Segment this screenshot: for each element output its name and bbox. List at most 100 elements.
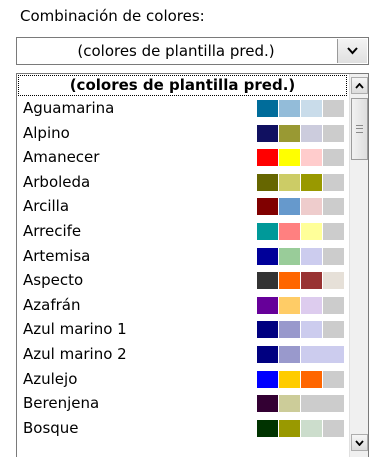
color-swatch bbox=[323, 370, 344, 388]
color-swatch bbox=[257, 395, 278, 413]
color-swatch bbox=[257, 198, 278, 216]
chevron-down-icon bbox=[347, 47, 358, 55]
color-swatch bbox=[279, 346, 300, 363]
chevron-up-icon bbox=[355, 82, 364, 89]
color-swatches bbox=[257, 370, 345, 388]
color-swatches bbox=[257, 395, 345, 413]
list-item-label: Azul marino 1 bbox=[23, 320, 127, 339]
color-swatches bbox=[257, 272, 345, 290]
color-swatch bbox=[301, 223, 322, 240]
list-item-label: Aguamarina bbox=[23, 99, 115, 117]
color-swatches bbox=[257, 419, 345, 437]
color-swatch bbox=[323, 321, 344, 339]
color-swatch bbox=[301, 198, 322, 216]
list-item[interactable]: Aspecto bbox=[17, 269, 348, 292]
list-item[interactable]: Aguamarina bbox=[17, 97, 348, 120]
color-swatches bbox=[257, 100, 345, 117]
list-item-label: Amanecer bbox=[23, 148, 100, 167]
color-swatches bbox=[257, 124, 345, 142]
color-swatch bbox=[279, 321, 300, 339]
dropdown-toggle-button[interactable] bbox=[337, 39, 367, 63]
color-swatch bbox=[301, 321, 322, 339]
color-swatch bbox=[301, 419, 322, 437]
scroll-down-button[interactable] bbox=[351, 434, 368, 451]
list-item-label: Berenjena bbox=[23, 394, 100, 413]
scroll-thumb[interactable] bbox=[351, 98, 368, 160]
color-swatch bbox=[279, 296, 300, 314]
vertical-scrollbar[interactable] bbox=[349, 74, 368, 457]
list-item[interactable]: Arrecife bbox=[17, 220, 348, 243]
color-swatch bbox=[257, 100, 278, 117]
list-item-label: (colores de plantilla pred.) bbox=[69, 76, 296, 94]
list-item[interactable]: Azafrán bbox=[17, 294, 348, 317]
color-swatch bbox=[279, 395, 300, 413]
list-item-label: Arcilla bbox=[23, 197, 70, 216]
list-item[interactable]: Artemisa bbox=[17, 245, 348, 268]
color-swatch bbox=[323, 124, 344, 142]
list-item[interactable]: Arboleda bbox=[17, 171, 348, 194]
list-item[interactable]: Azulejo bbox=[17, 368, 348, 391]
scroll-up-button[interactable] bbox=[351, 77, 368, 94]
list-item-label: Arrecife bbox=[23, 222, 82, 240]
color-swatch bbox=[257, 296, 278, 314]
color-swatch bbox=[323, 223, 344, 240]
list-item[interactable]: Alpino bbox=[17, 122, 348, 145]
list-item[interactable]: Bosque bbox=[17, 417, 348, 440]
list-item[interactable]: Amanecer bbox=[17, 146, 348, 169]
color-swatch bbox=[279, 173, 300, 191]
color-swatch bbox=[323, 296, 344, 314]
color-swatch bbox=[301, 370, 322, 388]
color-swatch bbox=[279, 149, 300, 167]
color-swatches bbox=[257, 149, 345, 167]
list-item[interactable]: Arcilla bbox=[17, 195, 348, 218]
list-item[interactable]: Azul marino 1 bbox=[17, 318, 348, 341]
color-swatches bbox=[257, 247, 345, 265]
color-swatch bbox=[279, 419, 300, 437]
color-swatch bbox=[323, 173, 344, 191]
list-item[interactable]: Berenjena bbox=[17, 392, 348, 415]
color-swatches bbox=[257, 296, 345, 314]
color-swatch bbox=[301, 395, 344, 413]
color-swatch bbox=[279, 198, 300, 216]
color-swatch bbox=[301, 149, 322, 167]
color-swatch bbox=[279, 100, 300, 117]
list-item[interactable]: Azul marino 2 bbox=[17, 343, 348, 366]
color-swatch bbox=[279, 124, 300, 142]
color-swatch bbox=[323, 247, 344, 265]
color-swatch bbox=[279, 272, 300, 290]
color-swatch bbox=[301, 346, 344, 363]
color-swatch bbox=[323, 149, 344, 167]
color-swatch bbox=[301, 124, 322, 142]
list-item-default[interactable]: (colores de plantilla pred.) bbox=[17, 74, 348, 97]
color-swatches bbox=[257, 223, 345, 240]
list-item-label: Artemisa bbox=[23, 246, 91, 265]
color-swatch bbox=[301, 173, 322, 191]
color-swatch bbox=[301, 272, 322, 290]
color-swatch bbox=[257, 370, 278, 388]
list-item-label: Aspecto bbox=[23, 271, 84, 290]
color-swatch bbox=[301, 100, 322, 117]
color-swatches bbox=[257, 173, 345, 191]
color-swatch bbox=[279, 223, 300, 240]
color-swatch bbox=[323, 100, 344, 117]
color-swatch bbox=[323, 419, 344, 437]
color-swatches bbox=[257, 198, 345, 216]
list-item-label: Arboleda bbox=[23, 172, 91, 191]
list-item-label: Azulejo bbox=[23, 369, 78, 388]
color-swatch bbox=[301, 296, 322, 314]
color-swatches bbox=[257, 321, 345, 339]
color-swatch bbox=[257, 419, 278, 437]
color-swatch bbox=[279, 370, 300, 388]
list-item-label: Azul marino 2 bbox=[23, 345, 127, 363]
color-swatch bbox=[301, 247, 322, 265]
list-item-label: Azafrán bbox=[23, 295, 81, 314]
color-scheme-list[interactable]: (colores de plantilla pred.) Aguamarina A… bbox=[16, 73, 369, 457]
color-swatches bbox=[257, 346, 345, 363]
color-swatch bbox=[323, 198, 344, 216]
list-item-label: Bosque bbox=[23, 418, 79, 437]
color-swatch bbox=[257, 321, 278, 339]
color-scheme-dropdown[interactable]: (colores de plantilla pred.) bbox=[16, 37, 369, 65]
chevron-down-icon bbox=[355, 439, 364, 446]
color-swatch bbox=[257, 173, 278, 191]
color-scheme-label: Combinación de colores: bbox=[20, 7, 205, 25]
